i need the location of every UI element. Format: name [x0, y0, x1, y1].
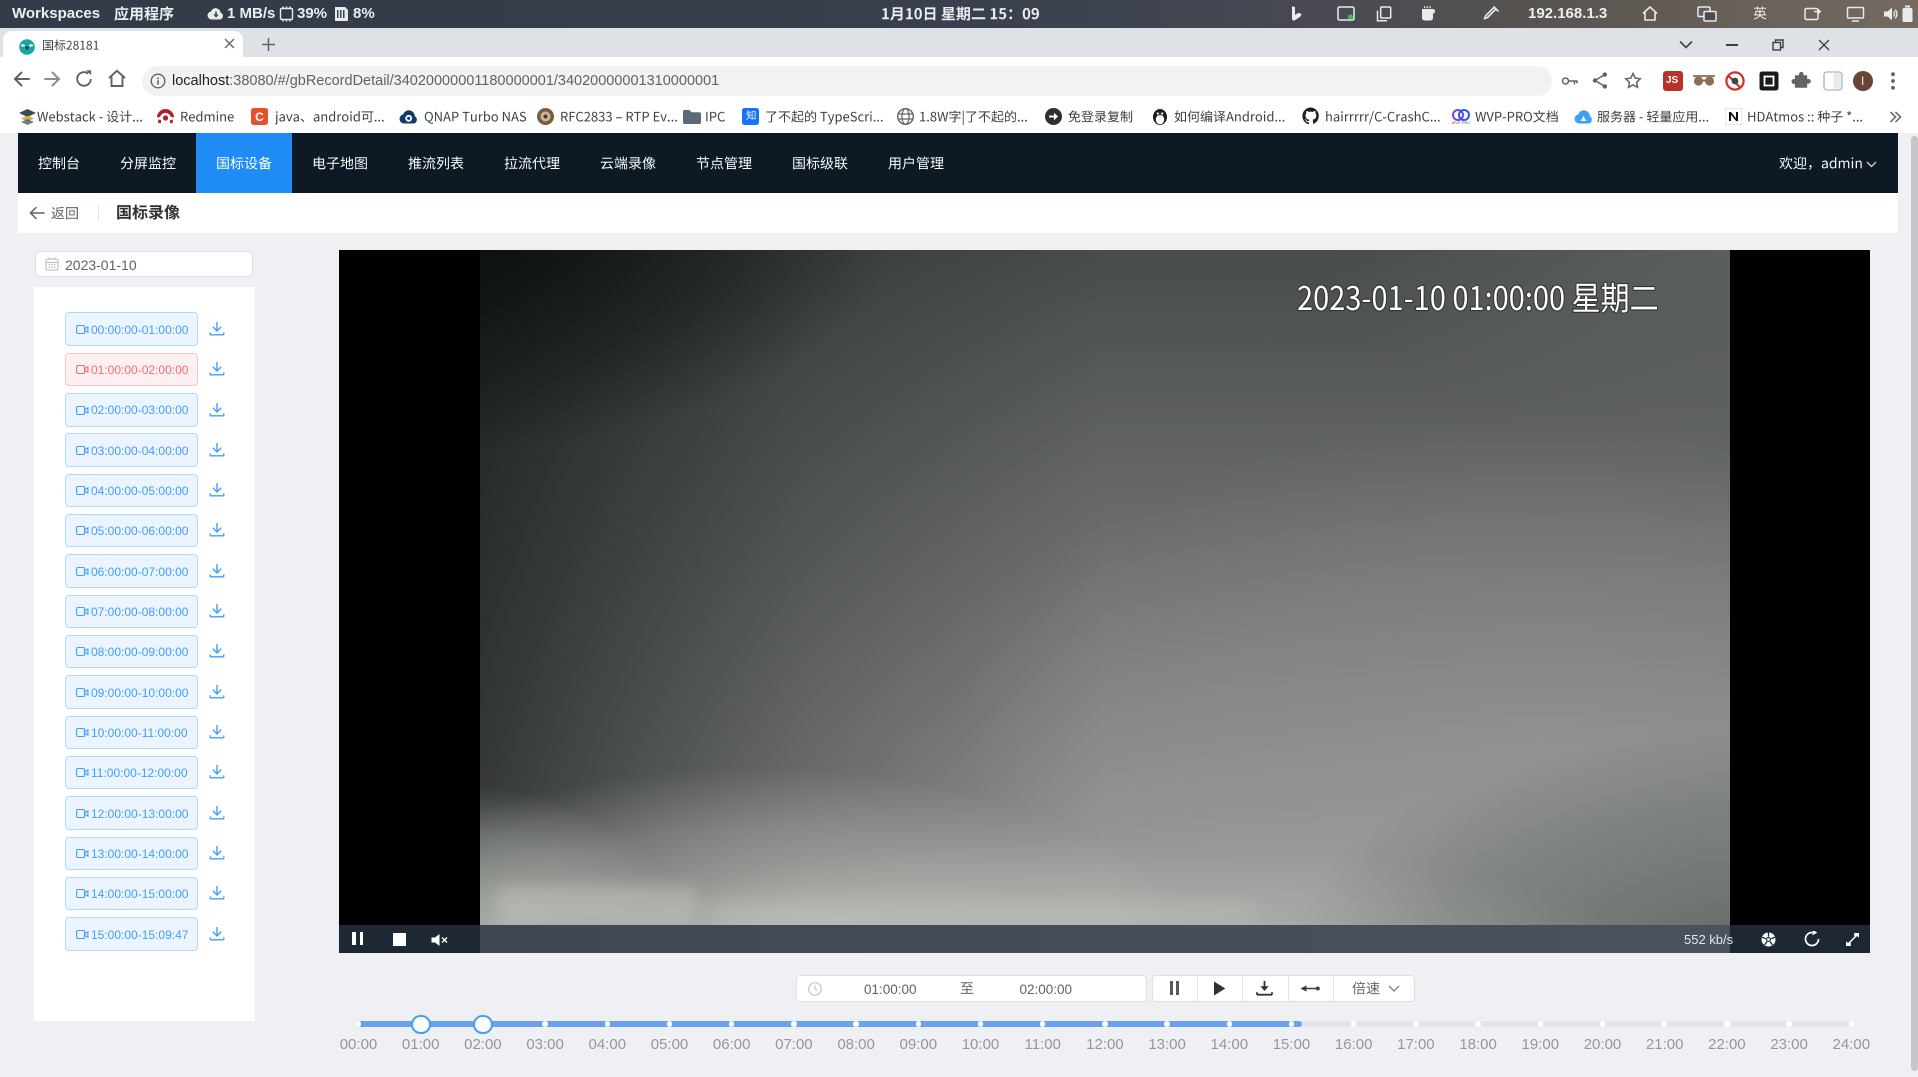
svg-text:C: C	[255, 110, 264, 124]
svg-text:WVP-PRO: WVP-PRO	[1452, 120, 1470, 125]
